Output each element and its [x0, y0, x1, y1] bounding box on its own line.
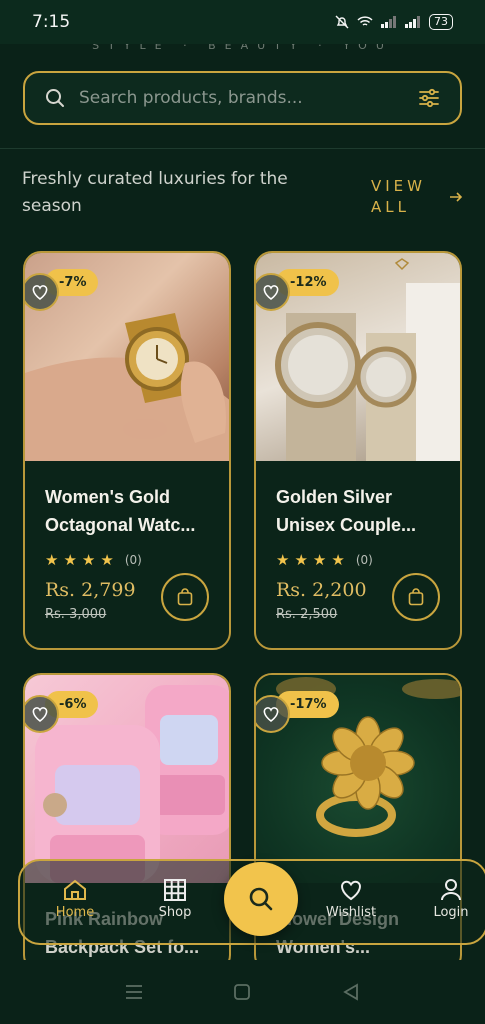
star-icon: ★ [45, 551, 59, 569]
filter-sliders-icon[interactable] [418, 88, 440, 108]
nav-shop[interactable]: Shop [140, 879, 210, 920]
arrow-right-icon [450, 192, 463, 202]
mute-bell-icon [335, 15, 349, 29]
status-bar: 7:15 73 [0, 0, 485, 44]
shopping-bag-icon [408, 588, 424, 606]
nav-wishlist[interactable]: Wishlist [316, 879, 386, 920]
view-all-link[interactable]: VIEW ALL [371, 176, 463, 218]
product-image: -12% [256, 253, 460, 461]
rating: ★ ★ ★ ★ (0) [276, 551, 460, 569]
nav-home[interactable]: Home [40, 879, 110, 920]
product-card[interactable]: -12% Golden Silver Unisex Couple... ★ ★ … [254, 251, 462, 650]
system-navigation-bar [0, 960, 485, 1024]
shopping-bag-icon [177, 588, 193, 606]
nav-shop-label: Shop [158, 905, 192, 920]
search-bar[interactable] [23, 71, 462, 125]
home-square-icon[interactable] [233, 983, 251, 1001]
grid-icon [164, 879, 186, 901]
view-all-label: VIEW ALL [371, 177, 426, 216]
heart-icon [32, 707, 48, 722]
star-icon: ★ [63, 551, 77, 569]
back-triangle-icon[interactable] [342, 983, 360, 1001]
search-input[interactable] [77, 87, 418, 109]
heart-icon [341, 880, 361, 901]
star-icon: ★ [100, 551, 114, 569]
rating: ★ ★ ★ ★ (0) [45, 551, 229, 569]
section-divider [0, 148, 485, 149]
nav-wishlist-label: Wishlist [325, 905, 377, 920]
search-fab-button[interactable] [224, 862, 298, 936]
user-icon [441, 879, 461, 901]
product-image: -6% [25, 675, 229, 883]
star-icon: ★ [312, 551, 327, 569]
price-block: Rs. 2,200 Rs. 2,500 [276, 573, 440, 635]
heart-icon [263, 707, 279, 722]
product-image: -17% [256, 675, 460, 883]
status-icons: 73 [335, 14, 453, 30]
rating-count: (0) [124, 553, 142, 567]
section-header: Freshly curated luxuries for the season … [22, 166, 463, 220]
heart-icon [263, 285, 279, 300]
product-title: Women's Gold Octagonal Watc... [45, 487, 196, 535]
product-card[interactable]: -7% Women's Gold Octagonal Watc... ★ ★ ★… [23, 251, 231, 650]
wifi-icon [357, 16, 373, 26]
status-time: 7:15 [32, 12, 71, 32]
menu-icon[interactable] [125, 984, 143, 1000]
section-title: Freshly curated luxuries for the season [22, 169, 288, 216]
product-image: -7% [25, 253, 229, 461]
battery-indicator: 73 [429, 14, 453, 30]
nav-login-label: Login [433, 905, 469, 920]
add-to-cart-button[interactable] [392, 573, 440, 621]
product-title: Golden Silver Unisex Couple... [276, 487, 417, 535]
star-icon: ★ [294, 551, 308, 569]
rating-count: (0) [355, 553, 373, 567]
search-icon [249, 887, 273, 911]
search-icon [46, 89, 64, 107]
brand-tagline: STYLE · BEAUTY · YOU [92, 44, 393, 52]
star-icon: ★ [81, 551, 96, 569]
price-block: Rs. 2,799 Rs. 3,000 [45, 573, 209, 635]
nav-home-label: Home [55, 905, 95, 920]
heart-icon [32, 285, 48, 300]
nav-login[interactable]: Login [416, 879, 485, 920]
add-to-cart-button[interactable] [161, 573, 209, 621]
star-icon: ★ [331, 551, 345, 569]
home-icon [64, 879, 86, 900]
signal-icon [381, 16, 396, 28]
star-icon: ★ [276, 551, 290, 569]
signal-2-icon [405, 16, 420, 28]
